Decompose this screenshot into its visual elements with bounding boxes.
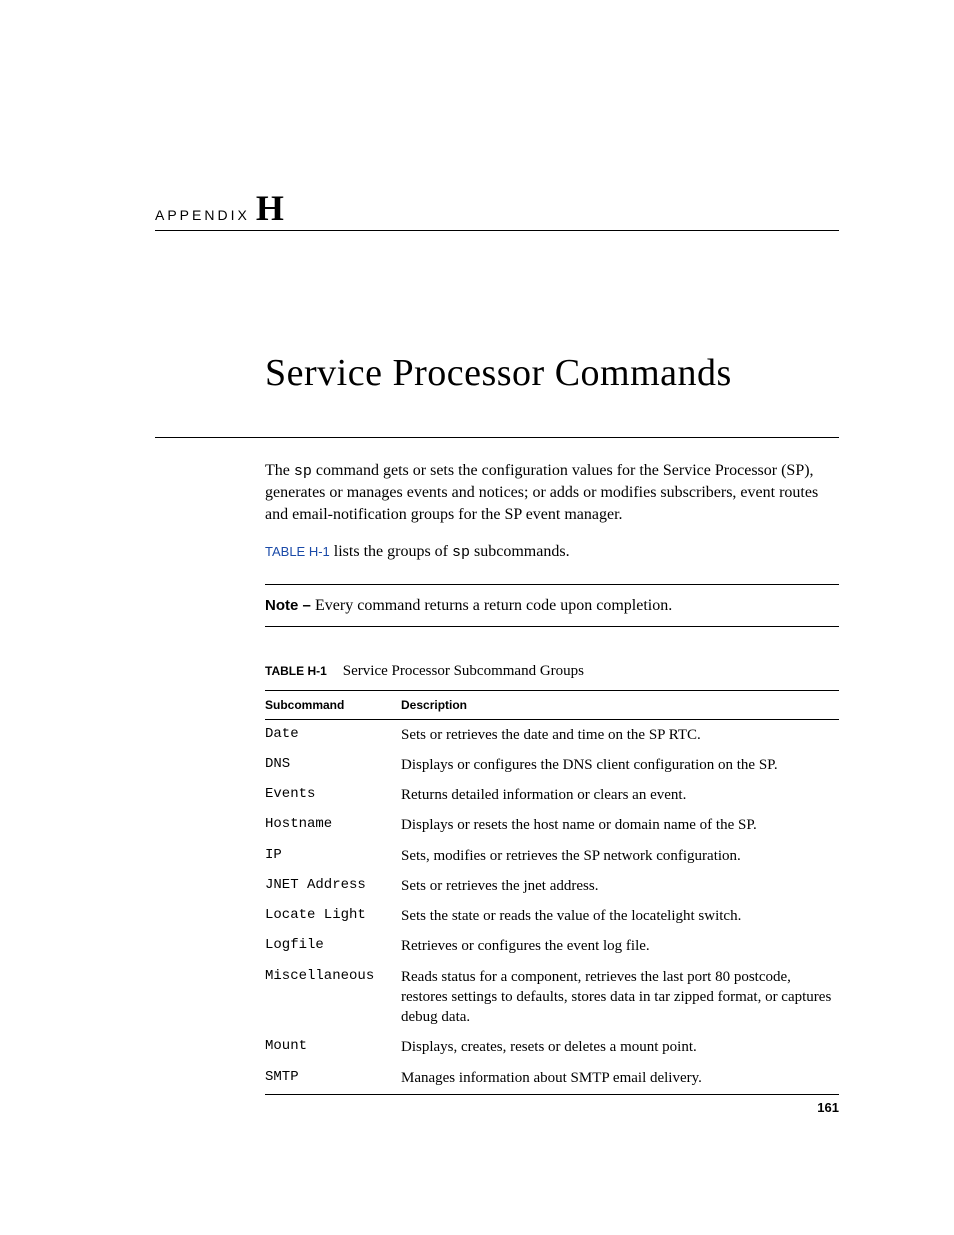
cell-subcommand: DNS	[265, 750, 401, 780]
table-row: DNS Displays or configures the DNS clien…	[265, 750, 839, 780]
table-row: Events Returns detailed information or c…	[265, 780, 839, 810]
code-sp: sp	[294, 463, 312, 480]
table-caption-text: Service Processor Subcommand Groups	[343, 663, 584, 679]
cell-subcommand: Date	[265, 719, 401, 750]
cell-subcommand: Logfile	[265, 931, 401, 961]
cell-subcommand: Miscellaneous	[265, 962, 401, 1033]
title-rule	[155, 437, 839, 438]
cell-subcommand: Mount	[265, 1032, 401, 1062]
page-container: APPENDIX H Service Processor Commands Th…	[0, 0, 954, 1095]
table-row: Mount Displays, creates, resets or delet…	[265, 1032, 839, 1062]
col-header-description: Description	[401, 690, 839, 719]
appendix-label: APPENDIX	[155, 207, 250, 223]
cell-description: Retrieves or configures the event log fi…	[401, 931, 839, 961]
chapter-title: Service Processor Commands	[265, 351, 839, 395]
appendix-header: APPENDIX H	[155, 190, 839, 231]
cell-description: Displays or configures the DNS client co…	[401, 750, 839, 780]
cell-description: Manages information about SMTP email del…	[401, 1063, 839, 1095]
cell-description: Sets or retrieves the date and time on t…	[401, 719, 839, 750]
cell-description: Displays, creates, resets or deletes a m…	[401, 1032, 839, 1062]
cell-description: Returns detailed information or clears a…	[401, 780, 839, 810]
cell-description: Reads status for a component, retrieves …	[401, 962, 839, 1033]
cell-description: Sets, modifies or retrieves the SP netwo…	[401, 841, 839, 871]
table-row: IP Sets, modifies or retrieves the SP ne…	[265, 841, 839, 871]
table-row: Logfile Retrieves or configures the even…	[265, 931, 839, 961]
text-fragment: lists the groups of	[330, 543, 452, 560]
appendix-letter: H	[256, 190, 284, 226]
table-row: Miscellaneous Reads status for a compone…	[265, 962, 839, 1033]
cell-subcommand: Events	[265, 780, 401, 810]
table-caption-label: TABLE H-1	[265, 664, 327, 678]
page-number: 161	[817, 1100, 839, 1115]
intro-paragraph-2: TABLE H-1 lists the groups of sp subcomm…	[265, 541, 839, 563]
cell-subcommand: IP	[265, 841, 401, 871]
table-caption: TABLE H-1 Service Processor Subcommand Gr…	[265, 661, 839, 681]
table-body: Date Sets or retrieves the date and time…	[265, 719, 839, 1094]
content-area: The sp command gets or sets the configur…	[265, 460, 839, 1095]
text-fragment: command gets or sets the configuration v…	[265, 462, 818, 523]
cell-subcommand: Locate Light	[265, 901, 401, 931]
text-fragment: subcommands.	[470, 543, 570, 560]
cell-subcommand: Hostname	[265, 810, 401, 840]
code-sp: sp	[452, 544, 470, 561]
cell-subcommand: JNET Address	[265, 871, 401, 901]
cell-description: Displays or resets the host name or doma…	[401, 810, 839, 840]
note-label: Note –	[265, 597, 315, 614]
cell-subcommand: SMTP	[265, 1063, 401, 1095]
table-row: SMTP Manages information about SMTP emai…	[265, 1063, 839, 1095]
subcommand-table: Subcommand Description Date Sets or retr…	[265, 690, 839, 1095]
intro-paragraph-1: The sp command gets or sets the configur…	[265, 460, 839, 525]
note-text: Every command returns a return code upon…	[315, 597, 672, 614]
table-row: Hostname Displays or resets the host nam…	[265, 810, 839, 840]
table-row: Date Sets or retrieves the date and time…	[265, 719, 839, 750]
table-row: JNET Address Sets or retrieves the jnet …	[265, 871, 839, 901]
col-header-subcommand: Subcommand	[265, 690, 401, 719]
table-crossref-link[interactable]: TABLE H-1	[265, 544, 330, 559]
note-block: Note – Every command returns a return co…	[265, 584, 839, 628]
table-row: Locate Light Sets the state or reads the…	[265, 901, 839, 931]
cell-description: Sets or retrieves the jnet address.	[401, 871, 839, 901]
text-fragment: The	[265, 462, 294, 479]
cell-description: Sets the state or reads the value of the…	[401, 901, 839, 931]
table-header-row: Subcommand Description	[265, 690, 839, 719]
